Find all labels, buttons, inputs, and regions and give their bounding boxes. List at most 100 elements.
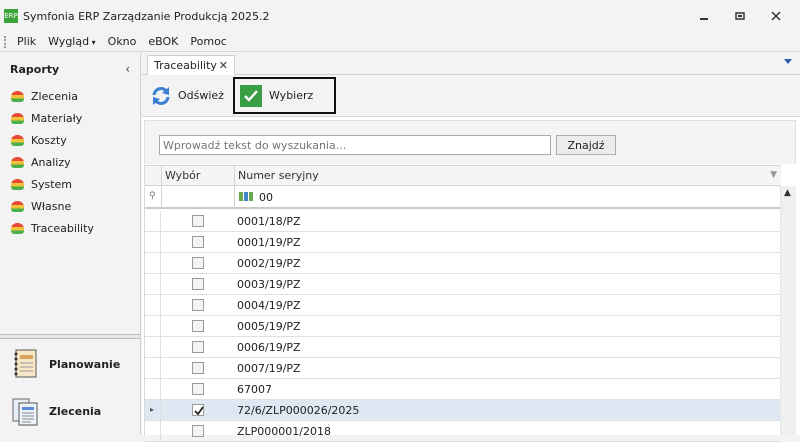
sidebar-item-label: Zlecenia [31,89,78,103]
report-icon [11,200,24,212]
choice-checkbox[interactable] [192,320,204,332]
row-indicator: ▸ [145,400,161,420]
table-row[interactable]: 0007/19/PZ [145,358,781,379]
column-separator [161,186,162,207]
tab-traceability[interactable]: Traceability ✕ [147,55,235,75]
sidebar-item-materialy[interactable]: Materiały [0,107,140,129]
sidebar-item-traceability[interactable]: Traceability [0,217,140,239]
serial-number-cell: 72/6/ZLP000026/2025 [237,404,360,417]
sidebar-item-koszty[interactable]: Koszty [0,129,140,151]
choice-checkbox[interactable] [192,257,204,269]
report-icon [11,112,24,124]
serial-number-cell: 0003/19/PZ [237,278,301,291]
table-row[interactable]: ZLP000001/2018 [145,421,781,442]
menu-pomoc[interactable]: Pomoc [190,35,226,48]
report-icon [11,90,24,102]
serial-number-cell: 0004/19/PZ [237,299,301,312]
module-planowanie-button[interactable]: Planowanie [0,341,140,387]
search-input[interactable] [159,135,551,155]
report-icon [11,178,24,190]
sidebar-item-wlasne[interactable]: Własne [0,195,140,217]
vertical-scrollbar[interactable]: ▲ [780,186,796,435]
main-area: Traceability ✕ Odśwież Wybierz Znajdź [142,53,800,442]
row-indicator [145,253,161,273]
content-panel: Znajdź Wybór Numer seryjny ▼ ⚲ 00 0001/ [142,119,800,442]
sidebar-item-analizy[interactable]: Analizy [0,151,140,173]
row-indicator [145,421,161,441]
search-panel: Znajdź [144,120,796,164]
choice-checkbox[interactable] [192,404,204,416]
app-logo-icon: ERP [4,9,18,23]
menu-grip[interactable] [4,35,7,48]
column-separator[interactable] [234,166,235,185]
menu-plik[interactable]: Plik [17,35,36,48]
checked-icon [194,406,204,416]
table-row[interactable]: 0002/19/PZ [145,253,781,274]
choice-checkbox[interactable] [192,278,204,290]
report-icon [11,134,24,146]
choice-checkbox[interactable] [192,362,204,374]
restore-button[interactable] [722,7,758,25]
table-row[interactable]: 0006/19/PZ [145,337,781,358]
table-row-selected[interactable]: ▸ 72/6/ZLP000026/2025 [145,400,781,421]
report-icon [11,222,24,234]
table-row[interactable]: 0001/19/PZ [145,232,781,253]
column-filter-icon[interactable]: ▼ [770,170,777,180]
restore-icon [735,12,745,20]
choose-button[interactable]: Wybierz [233,77,336,114]
menu-ebok[interactable]: eBOK [148,35,178,48]
table-row[interactable]: 0005/19/PZ [145,316,781,337]
minimize-button[interactable] [686,7,722,25]
menu-bar: Plik Wygląd ▾ Okno eBOK Pomoc [0,32,800,52]
module-label: Zlecenia [49,404,102,418]
choose-label: Wybierz [269,89,314,102]
close-tab-icon[interactable]: ✕ [219,59,228,72]
column-header-serial[interactable]: Numer seryjny [238,169,319,182]
row-indicator [145,358,161,378]
scroll-up-icon[interactable]: ▲ [784,188,791,198]
module-zlecenia-button[interactable]: Zlecenia [0,388,140,434]
table-row[interactable]: 0003/19/PZ [145,274,781,295]
planner-notebook-icon [11,348,39,380]
tab-list-dropdown-icon[interactable] [784,59,792,64]
choice-checkbox[interactable] [192,341,204,353]
refresh-icon [152,86,170,105]
column-separator [234,186,235,207]
sidebar-item-label: Koszty [31,133,67,147]
sidebar-splitter[interactable] [0,334,140,339]
refresh-button[interactable]: Odśwież [150,85,224,107]
tab-label: Traceability [154,59,217,72]
choice-checkbox[interactable] [192,236,204,248]
menu-wyglad[interactable]: Wygląd ▾ [48,35,96,48]
refresh-label: Odśwież [178,89,224,102]
menu-okno[interactable]: Okno [108,35,137,48]
report-icon [11,156,24,168]
minimize-icon [700,18,708,20]
row-indicator [145,295,161,315]
find-button[interactable]: Znajdź [556,135,616,155]
sidebar-item-zlecenia[interactable]: Zlecenia [0,85,140,107]
choice-checkbox[interactable] [192,425,204,437]
table-row[interactable]: 67007 [145,379,781,400]
serial-numbers-grid: Wybór Numer seryjny ▼ ⚲ 00 0001/18/PZ 00… [144,165,796,442]
row-indicator [145,316,161,336]
table-row[interactable]: 0004/19/PZ [145,295,781,316]
serial-number-cell: 0005/19/PZ [237,320,301,333]
choice-checkbox[interactable] [192,299,204,311]
close-button[interactable] [758,7,794,25]
choice-checkbox[interactable] [192,215,204,227]
collapse-sidebar-icon[interactable]: ‹ [125,62,130,76]
row-indicator [145,274,161,294]
table-row[interactable]: 0001/18/PZ [145,211,781,232]
serial-filter-value[interactable]: 00 [259,191,273,204]
serial-number-cell: ZLP000001/2018 [237,425,331,438]
grid-header: Wybór Numer seryjny ▼ [145,165,781,186]
menu-wyglad-label: Wygląd [48,35,90,48]
sidebar-item-system[interactable]: System [0,173,140,195]
sidebar-item-label: Traceability [31,221,94,235]
choice-checkbox[interactable] [192,383,204,395]
column-header-choice[interactable]: Wybór [165,169,200,182]
tab-strip: Traceability ✕ [142,53,800,75]
close-icon [771,11,781,21]
sidebar-item-label: System [31,177,73,191]
